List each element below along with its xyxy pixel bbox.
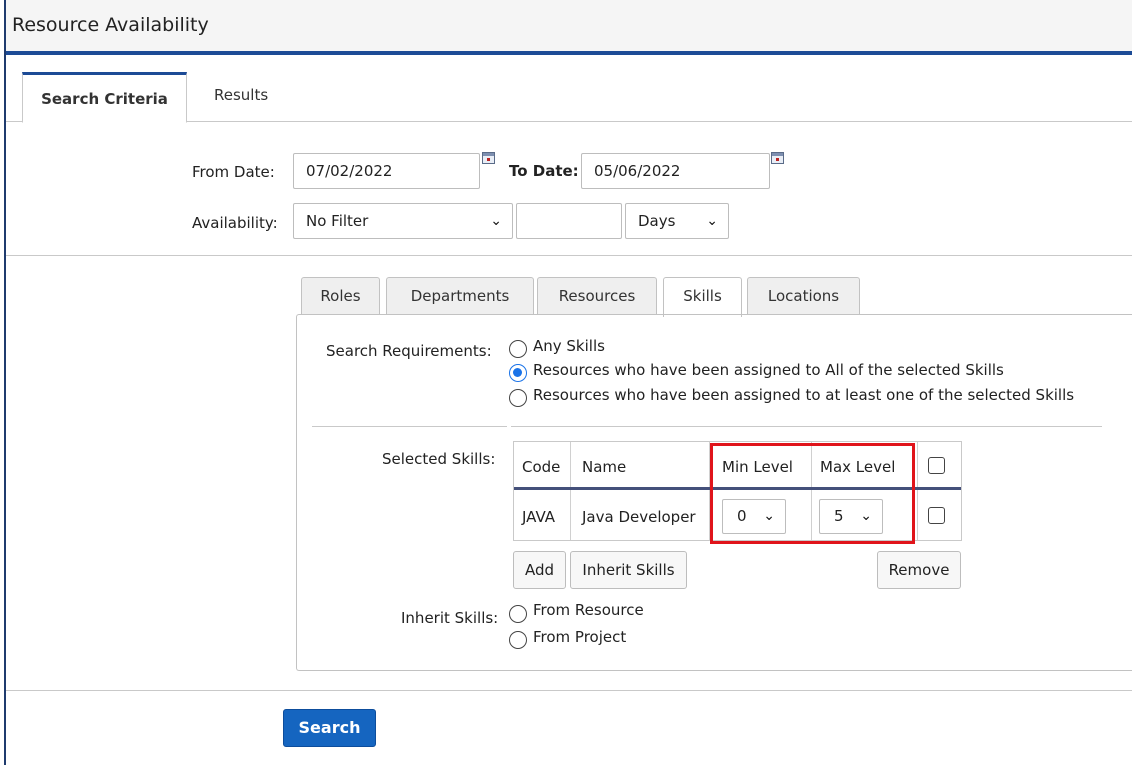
radio-all-skills[interactable] (509, 364, 527, 382)
availability-amount-input[interactable] (516, 203, 622, 239)
title-bar: Resource Availability (6, 0, 1132, 55)
cell-name: Java Developer (582, 508, 696, 526)
main-tab-bar: Search Criteria Results (6, 68, 1132, 123)
inherit-skills-button[interactable]: Inherit Skills (570, 551, 687, 589)
row-checkbox[interactable] (928, 507, 945, 524)
radio-from-project[interactable] (509, 631, 527, 649)
highlight-box (710, 443, 915, 544)
panel-divider-right (511, 426, 1102, 427)
radio-any-skills[interactable] (509, 340, 527, 358)
unit-select-value: Days (638, 212, 676, 230)
radio-from-resource-label: From Resource (533, 601, 644, 619)
table-col-divider (570, 442, 571, 540)
chevron-down-icon: ⌄ (706, 213, 718, 229)
to-date-label: To Date: (509, 162, 579, 180)
radio-at-least-one-skill-label: Resources who have been assigned to at l… (533, 386, 1075, 404)
chevron-down-icon: ⌄ (490, 213, 502, 229)
subtab-departments[interactable]: Departments (386, 277, 534, 315)
from-date-input[interactable]: 07/02/2022 (293, 153, 480, 189)
cell-code: JAVA (522, 508, 556, 526)
search-button[interactable]: Search (283, 709, 376, 747)
app-window: Resource Availability Search Criteria Re… (4, 0, 1132, 765)
availability-select[interactable]: No Filter ⌄ (293, 203, 513, 239)
remove-button[interactable]: Remove (877, 551, 961, 589)
selected-skills-label: Selected Skills: (382, 450, 496, 468)
radio-from-project-label: From Project (533, 628, 627, 646)
col-header-code: Code (522, 458, 561, 476)
to-date-input[interactable]: 05/06/2022 (581, 153, 770, 189)
inherit-skills-label: Inherit Skills: (401, 609, 499, 627)
to-date-calendar-icon[interactable] (771, 152, 784, 164)
subtab-roles[interactable]: Roles (301, 277, 380, 315)
subtab-skills[interactable]: Skills (663, 277, 742, 317)
radio-any-skills-label: Any Skills (533, 337, 605, 355)
unit-select[interactable]: Days ⌄ (625, 203, 729, 239)
col-header-name: Name (582, 458, 627, 476)
subtab-resources[interactable]: Resources (537, 277, 657, 315)
radio-at-least-one-skill[interactable] (509, 389, 527, 407)
tab-results[interactable]: Results (196, 72, 286, 123)
bottom-divider (6, 690, 1132, 691)
availability-select-value: No Filter (306, 212, 369, 230)
search-requirements-label: Search Requirements: (326, 342, 492, 360)
availability-label: Availability: (192, 214, 278, 232)
select-all-checkbox[interactable] (928, 457, 945, 474)
table-col-divider (917, 442, 918, 540)
add-button[interactable]: Add (513, 551, 566, 589)
radio-from-resource[interactable] (509, 605, 527, 623)
from-date-calendar-icon[interactable] (482, 152, 495, 164)
from-date-label: From Date: (192, 163, 275, 181)
radio-all-skills-label: Resources who have been assigned to All … (533, 361, 1004, 379)
tab-search-criteria[interactable]: Search Criteria (22, 72, 187, 123)
page-title: Resource Availability (12, 14, 209, 36)
subtab-locations[interactable]: Locations (747, 277, 860, 315)
panel-divider-left (312, 426, 507, 427)
section-divider (6, 255, 1132, 256)
